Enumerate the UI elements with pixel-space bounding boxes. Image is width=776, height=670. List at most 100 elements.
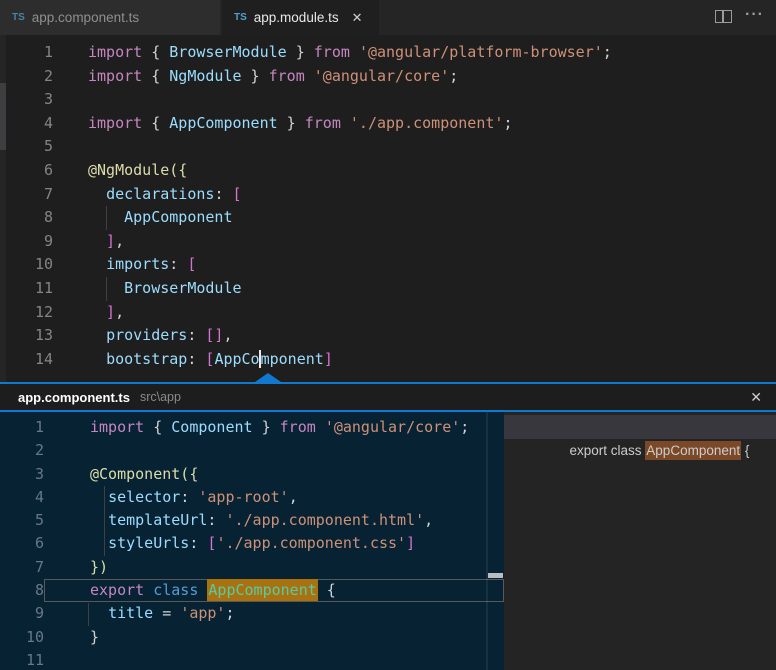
line-number: 7 bbox=[0, 556, 44, 579]
code-line: 4 selector: 'app-root', bbox=[0, 486, 504, 509]
peek-editor-code: 1import { Component } from '@angular/cor… bbox=[0, 412, 504, 670]
tab-bar-spacer bbox=[379, 0, 713, 35]
code-line: 1import { BrowserModule } from '@angular… bbox=[0, 41, 776, 65]
code-token: './app.component.css' bbox=[216, 534, 406, 552]
code-token bbox=[88, 208, 124, 226]
main-editor[interactable]: 1 import { BrowserModule } from '@angular… bbox=[0, 35, 776, 382]
code-token: , bbox=[115, 303, 124, 321]
line-number: 8 bbox=[0, 206, 53, 230]
peek-definition-widget: app.component.ts src\app ✕ 1import { Com… bbox=[0, 382, 776, 670]
code-token: BrowserModule bbox=[169, 43, 286, 61]
typescript-file-icon: TS bbox=[12, 12, 25, 23]
line-number: 10 bbox=[0, 626, 44, 649]
code-token: title bbox=[108, 604, 153, 622]
code-token: : bbox=[187, 350, 205, 368]
split-editor-button[interactable] bbox=[713, 9, 733, 25]
code-token bbox=[88, 255, 106, 273]
code-line: 7 declarations: [ bbox=[0, 183, 776, 207]
code-token: './app.component' bbox=[350, 114, 504, 132]
more-actions-button[interactable]: ··· bbox=[745, 6, 764, 35]
reference-list-item[interactable]: export class AppComponent { bbox=[504, 415, 776, 439]
peek-editor-scrollbar[interactable] bbox=[486, 412, 488, 670]
reference-text: export class bbox=[570, 443, 646, 458]
code-token: AppComponent bbox=[169, 114, 277, 132]
code-token: { bbox=[318, 581, 336, 599]
code-line: 10 imports: [ bbox=[0, 253, 776, 277]
line-number: 9 bbox=[0, 602, 44, 625]
code-token: , bbox=[115, 232, 124, 250]
code-token: import bbox=[88, 114, 151, 132]
code-token: [] bbox=[205, 326, 223, 344]
peek-editor[interactable]: 1import { Component } from '@angular/cor… bbox=[0, 412, 504, 670]
code-token bbox=[88, 350, 106, 368]
code-token: [ bbox=[233, 185, 242, 203]
peek-file-name: app.component.ts bbox=[18, 390, 130, 405]
code-token: from bbox=[269, 67, 314, 85]
code-line: 7}) bbox=[0, 556, 504, 579]
code-token: import bbox=[90, 418, 153, 436]
code-line: 2import { NgModule } from '@angular/core… bbox=[0, 65, 776, 89]
line-number: 4 bbox=[0, 486, 44, 509]
code-token: import bbox=[88, 43, 151, 61]
code-token: ; bbox=[225, 604, 234, 622]
editor-tab-bar: TS app.component.ts TS app.module.ts ✕ ·… bbox=[0, 0, 776, 35]
reference-text: { bbox=[741, 443, 749, 458]
code-token: providers bbox=[106, 326, 187, 344]
code-token: export bbox=[90, 581, 153, 599]
typescript-file-icon: TS bbox=[234, 12, 247, 23]
line-number: 2 bbox=[0, 439, 44, 462]
code-token: : bbox=[187, 326, 205, 344]
tab-app-component-ts[interactable]: TS app.component.ts bbox=[0, 0, 220, 35]
code-line: 8export class AppComponent { bbox=[0, 579, 504, 602]
code-token: ] bbox=[88, 232, 115, 250]
line-number: 5 bbox=[0, 509, 44, 532]
code-line: 2 bbox=[0, 439, 504, 462]
code-token bbox=[90, 534, 108, 552]
line-number: 6 bbox=[0, 159, 53, 183]
code-token: BrowserModule bbox=[124, 279, 241, 297]
code-token: { bbox=[151, 114, 169, 132]
line-number: 4 bbox=[0, 112, 53, 136]
code-token bbox=[88, 279, 124, 297]
code-token: { bbox=[153, 418, 171, 436]
line-number: 1 bbox=[0, 41, 53, 65]
peek-close-icon[interactable]: ✕ bbox=[746, 389, 766, 406]
code-token: NgModule bbox=[169, 67, 241, 85]
code-token bbox=[90, 488, 108, 506]
tab-app-module-ts[interactable]: TS app.module.ts ✕ bbox=[222, 0, 379, 35]
code-line: 6 styleUrls: ['./app.component.css'] bbox=[0, 532, 504, 555]
line-number: 12 bbox=[0, 301, 53, 325]
code-token: '@angular/core' bbox=[314, 67, 449, 85]
code-token: ] bbox=[324, 350, 333, 368]
code-token: from bbox=[314, 43, 359, 61]
line-number: 14 bbox=[0, 348, 53, 372]
code-token: ] bbox=[88, 303, 115, 321]
code-token: : bbox=[214, 185, 232, 203]
line-number: 1 bbox=[0, 416, 44, 439]
code-line: 3 bbox=[0, 88, 776, 112]
code-token: : bbox=[207, 511, 225, 529]
code-token: , bbox=[223, 326, 232, 344]
code-line: 5 bbox=[0, 135, 776, 159]
code-token: styleUrls bbox=[108, 534, 189, 552]
code-token: : bbox=[180, 488, 198, 506]
code-token: ] bbox=[406, 534, 415, 552]
left-edge-scrollbar-sliver bbox=[0, 83, 6, 150]
code-token: , bbox=[424, 511, 433, 529]
code-token: templateUrl bbox=[108, 511, 207, 529]
line-number: 13 bbox=[0, 324, 53, 348]
tab-close-icon[interactable]: ✕ bbox=[352, 10, 363, 26]
line-number: 3 bbox=[0, 463, 44, 486]
match-highlight: AppComponent bbox=[207, 579, 317, 601]
code-token: './app.component.html' bbox=[225, 511, 424, 529]
code-token: '@angular/platform-browser' bbox=[359, 43, 603, 61]
reference-match-highlight: AppComponent bbox=[645, 441, 741, 460]
line-number: 5 bbox=[0, 135, 53, 159]
code-token: } bbox=[242, 67, 269, 85]
code-token: = bbox=[153, 604, 180, 622]
code-line: 3 @Component({ bbox=[0, 463, 504, 486]
code-token: imports bbox=[106, 255, 169, 273]
code-token: Component bbox=[171, 418, 252, 436]
code-token: } bbox=[287, 43, 314, 61]
code-token: @Component({ bbox=[90, 465, 198, 483]
